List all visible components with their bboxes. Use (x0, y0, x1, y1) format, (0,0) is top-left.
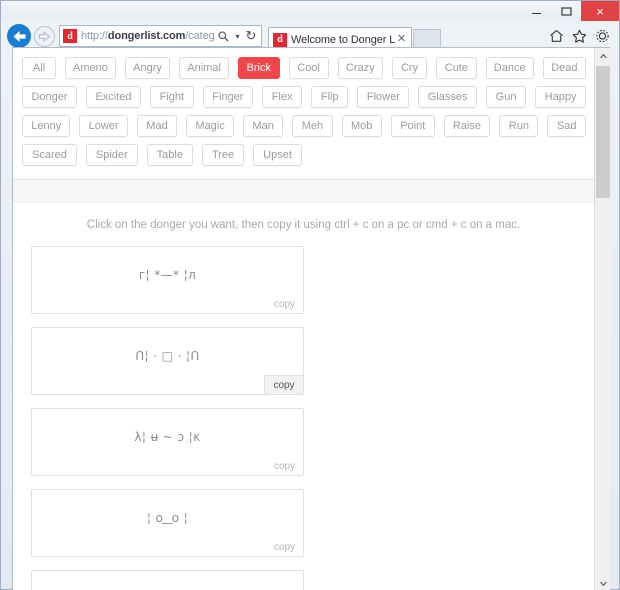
address-dropdown-button[interactable]: ▾ (232, 26, 243, 46)
maximize-icon (561, 7, 572, 16)
tag-button-dance[interactable]: Dance (486, 57, 534, 79)
tag-button-table[interactable]: Table (147, 144, 193, 166)
donger-grid: г¦ *—* ¦л copy Ո¦ · □ · ¦Ո copy λ¦ ʉ ~ ɔ ¦κ c… (13, 246, 594, 590)
tag-button-upset[interactable]: Upset (253, 144, 302, 166)
tag-button-meh[interactable]: Meh (292, 115, 332, 137)
chevron-up-icon (600, 54, 607, 59)
copy-button[interactable]: copy (264, 375, 303, 394)
tag-button-angry[interactable]: Angry (125, 57, 170, 79)
scrollbar-thumb[interactable] (596, 66, 610, 198)
tab-title: Welcome to Donger List -... (287, 34, 395, 46)
settings-button[interactable] (595, 29, 610, 43)
site-favicon: d (63, 29, 77, 43)
tag-button-cute[interactable]: Cute (436, 57, 477, 79)
refresh-button[interactable]: ↻ (243, 26, 259, 46)
favorites-button[interactable] (572, 29, 587, 43)
minimize-icon (531, 7, 542, 16)
home-button[interactable] (549, 29, 564, 43)
back-arrow-icon (12, 30, 27, 43)
page-content: All Ameno Angry Animal Brick Cool Crazy Cry Cute… (13, 48, 594, 590)
instruction-text: Click on the donger you want, then copy … (13, 202, 594, 246)
search-icon (218, 31, 229, 42)
tag-button-excited[interactable]: Excited (86, 86, 141, 108)
donger-card[interactable]: ɑ¦ ^ ⌣ ^ ¦ᵳcopy (31, 570, 304, 590)
back-button[interactable] (7, 24, 31, 48)
minimize-button[interactable] (521, 1, 551, 21)
tag-button-sad[interactable]: Sad (547, 115, 586, 137)
donger-text[interactable]: Ո¦ · □ · ¦Ո (32, 349, 303, 363)
tag-button-animal[interactable]: Animal (179, 57, 229, 79)
tag-button-flip[interactable]: Flip (311, 86, 348, 108)
tag-row: All Ameno Angry Animal Brick Cool Crazy Cry Cute… (22, 57, 586, 79)
section-divider (13, 180, 594, 202)
tag-button-cry[interactable]: Cry (392, 57, 427, 79)
copy-button[interactable]: copy (266, 539, 303, 556)
url-prefix: http:// (81, 30, 108, 42)
copy-button[interactable]: copy (266, 458, 303, 475)
tag-button-magic[interactable]: Magic (186, 115, 234, 137)
page-scrollbar[interactable] (594, 48, 610, 590)
url-domain: dongerlist.com (108, 30, 185, 42)
tag-button-cool[interactable]: Cool (289, 57, 329, 79)
url-path: /category/ (185, 30, 215, 42)
tag-button-mob[interactable]: Mob (342, 115, 382, 137)
address-bar[interactable]: d http://dongerlist.com/category/ ▾ ↻ (59, 25, 262, 47)
window-controls: × (521, 1, 619, 21)
donger-text[interactable]: λ¦ ʉ ~ ɔ ¦κ (32, 430, 303, 444)
tag-button-man[interactable]: Man (243, 115, 283, 137)
tag-button-finger[interactable]: Finger (203, 86, 253, 108)
tag-button-flower[interactable]: Flower (357, 86, 409, 108)
tag-button-point[interactable]: Point (391, 115, 435, 137)
scroll-up-button[interactable] (595, 48, 610, 64)
browser-tool-icons (549, 25, 610, 47)
maximize-button[interactable] (551, 1, 581, 21)
copy-button[interactable]: copy (266, 296, 303, 313)
tag-row: Lenny Lower Mad Magic Man Meh Mob Point Raise Run… (22, 115, 586, 137)
tag-button-all[interactable]: All (22, 57, 56, 79)
tag-row: Scared Spider Table Tree Upset (22, 144, 586, 166)
donger-text[interactable]: ¦ օ ͟ օ ¦ (32, 511, 303, 525)
browser-window: × d http://dongerlist.com/category/ ▾ (0, 0, 620, 590)
page-viewport: All Ameno Angry Animal Brick Cool Crazy Cry Cute… (12, 47, 610, 590)
star-icon (572, 29, 587, 43)
tag-button-run[interactable]: Run (499, 115, 538, 137)
tag-button-lower[interactable]: Lower (79, 115, 127, 137)
url-text: http://dongerlist.com/category/ (77, 30, 215, 42)
tag-button-crazy[interactable]: Crazy (338, 57, 383, 79)
tag-button-ameno[interactable]: Ameno (65, 57, 116, 79)
category-tag-cloud: All Ameno Angry Animal Brick Cool Crazy Cry Cute… (13, 48, 594, 180)
tag-button-dead[interactable]: Dead (543, 57, 586, 79)
tag-button-mad[interactable]: Mad (137, 115, 177, 137)
donger-card[interactable]: λ¦ ʉ ~ ɔ ¦κ copy (31, 408, 304, 476)
tag-button-gun[interactable]: Gun (486, 86, 526, 108)
scroll-down-button[interactable] (595, 575, 610, 590)
tag-button-flex[interactable]: Flex (262, 86, 302, 108)
donger-card[interactable]: Ո¦ · □ · ¦Ո copy (31, 327, 304, 395)
donger-card[interactable]: ¦ օ ͟ օ ¦ copy (31, 489, 304, 557)
tag-button-tree[interactable]: Tree (202, 144, 244, 166)
tag-button-scared[interactable]: Scared (22, 144, 77, 166)
tag-button-lenny[interactable]: Lenny (22, 115, 70, 137)
tag-button-brick[interactable]: Brick (238, 57, 280, 79)
tag-button-glasses[interactable]: Glasses (418, 86, 477, 108)
tag-button-spider[interactable]: Spider (86, 144, 138, 166)
tab-close-icon[interactable]: ✕ (395, 34, 408, 45)
title-bar: × (1, 1, 619, 21)
chevron-down-icon (600, 581, 607, 586)
forward-arrow-icon (38, 31, 51, 42)
close-button[interactable]: × (581, 1, 619, 21)
tag-button-happy[interactable]: Happy (535, 86, 586, 108)
tag-button-raise[interactable]: Raise (444, 115, 491, 137)
tab-favicon: d (273, 33, 287, 47)
donger-text[interactable]: г¦ *—* ¦л (32, 268, 303, 282)
tag-row: Donger Excited Fight Finger Flex Flip Flower Gl… (22, 86, 586, 108)
donger-card[interactable]: г¦ *—* ¦л copy (31, 246, 304, 314)
gear-icon (595, 29, 610, 43)
tag-button-donger[interactable]: Donger (22, 86, 77, 108)
search-button[interactable] (215, 26, 232, 46)
home-icon (549, 29, 564, 43)
tag-button-fight[interactable]: Fight (150, 86, 194, 108)
forward-button[interactable] (34, 26, 55, 47)
